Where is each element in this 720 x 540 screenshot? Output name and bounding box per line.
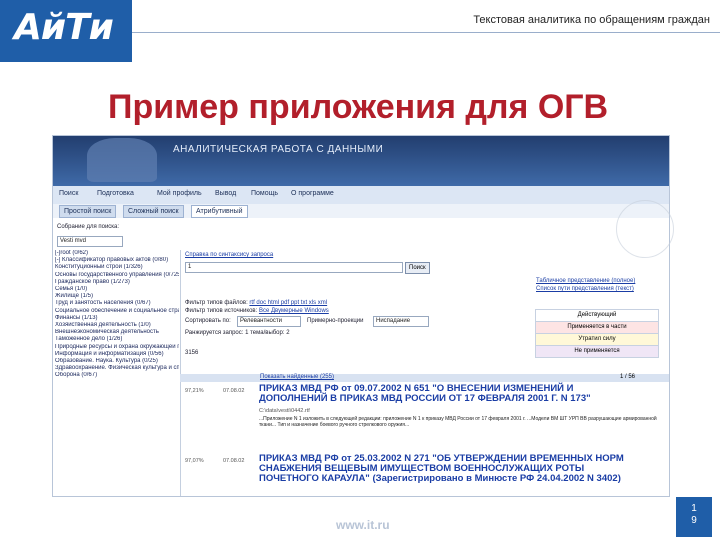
- result-title-link[interactable]: ПРИКАЗ МВД РФ от 09.07.2002 N 651 "О ВНЕ…: [259, 384, 629, 404]
- sort-results-link[interactable]: Показать найденные (255): [260, 374, 334, 380]
- toolbar-output[interactable]: Вывод: [215, 190, 236, 197]
- result-date: 07.08.02: [223, 458, 245, 464]
- list-view-link: Список пути представления (текст): [536, 286, 634, 292]
- banner-title: АНАЛИТИЧЕСКАЯ РАБОТА С ДАННЫМИ: [173, 144, 384, 155]
- tree-item[interactable]: Природные ресурсы и охрана окружающей пр…: [55, 344, 179, 351]
- tree-item[interactable]: Оборона (0/67): [55, 372, 179, 379]
- toolbar-search[interactable]: Поиск: [59, 190, 78, 197]
- tree-item[interactable]: Конституционный строй (1/326): [55, 264, 179, 271]
- tree-item[interactable]: Таможенное дело (1/26): [55, 336, 179, 343]
- tab-attribute-search[interactable]: Атрибутивный: [191, 205, 248, 218]
- syntax-help-link[interactable]: Справка по синтаксису запроса: [185, 252, 273, 258]
- app-toolbar: Поиск Подготовка Мой профиль Вывод Помощ…: [53, 186, 669, 205]
- tree-item[interactable]: Труд и занятость населения (0/67): [55, 300, 179, 307]
- toolbar-about[interactable]: О программе: [291, 190, 334, 197]
- app-screenshot: АНАЛИТИЧЕСКАЯ РАБОТА С ДАННЫМИ Поиск Под…: [52, 135, 670, 497]
- tab-simple-search[interactable]: Простой поиск: [59, 205, 117, 218]
- result-title-link[interactable]: ПРИКАЗ МВД РФ от 25.03.2002 N 271 "ОБ УТ…: [259, 454, 629, 484]
- app-banner: АНАЛИТИЧЕСКАЯ РАБОТА С ДАННЫМИ: [53, 136, 669, 186]
- toolbar-help[interactable]: Помощь: [251, 190, 278, 197]
- result-score: 97,21%: [185, 388, 204, 394]
- tree-item[interactable]: Основы государственного управления (0/72…: [55, 272, 179, 279]
- emblem-icon: [87, 138, 157, 182]
- filter-types-row: Фильтр типов файлов: rtf doc html pdf pp…: [185, 300, 327, 306]
- status-legend: Действующий Применяется в части Утратил …: [535, 309, 659, 358]
- page-number: 1 9: [676, 497, 712, 537]
- tree-item[interactable]: Социальное обеспечение и социальное стра…: [55, 308, 179, 315]
- category-tree: [-]root (0/62) [-] Классификатор правовы…: [55, 250, 179, 496]
- header-divider: [132, 32, 720, 33]
- tree-item[interactable]: Гражданское право (1/273): [55, 279, 179, 286]
- result-score: 97,07%: [185, 458, 204, 464]
- logo-text: АйТи: [14, 7, 114, 48]
- tree-item[interactable]: Жилище (1/5): [55, 293, 179, 300]
- slide-title: Пример приложения для ОГВ: [108, 88, 609, 126]
- tree-item[interactable]: Внешнеэкономическая деятельность: [55, 329, 179, 336]
- tab-advanced-search[interactable]: Сложный поиск: [123, 205, 184, 218]
- tree-item[interactable]: Хозяйственная деятельность (1/0): [55, 322, 179, 329]
- result-snippet: ...Приложение N 1 изложить в следующей р…: [259, 416, 657, 428]
- results-header: Показать найденные (255) 1 / 56: [180, 374, 669, 382]
- result-date: 07.08.02: [223, 388, 245, 394]
- search-button[interactable]: Поиск: [405, 262, 430, 274]
- date-select[interactable]: Ниспадание: [373, 316, 429, 327]
- table-view-link: Табличное представление (полное): [536, 278, 636, 284]
- sort-select[interactable]: Релевантности: [237, 316, 301, 327]
- result-path[interactable]: C:\data\vesti\0442.rtf: [259, 408, 310, 414]
- search-tabs: Простой поиск Сложный поиск Атрибутивный: [53, 204, 669, 218]
- results-summary: Ранжируется запрос: 1 тема/выбор: 2: [185, 330, 290, 336]
- toolbar-profile[interactable]: Мой профиль: [157, 190, 202, 197]
- filter-sources-row: Фильтр типов источников: Все Двумерные W…: [185, 308, 329, 314]
- footer-url[interactable]: www.it.ru: [336, 518, 390, 532]
- tree-item[interactable]: [-] Классификатор правовых актов (0/80): [55, 257, 179, 264]
- emblem-watermark-icon: [616, 200, 674, 258]
- tree-item[interactable]: Семья (1/0): [55, 286, 179, 293]
- toolbar-prepare[interactable]: Подготовка: [97, 190, 134, 197]
- tree-item[interactable]: [-]root (0/62): [55, 250, 179, 257]
- tree-item[interactable]: Информация и информатизация (0/56): [55, 351, 179, 358]
- filter-types-label: Фильтр типов файлов:: [185, 300, 248, 306]
- legend-not-applied: Не применяется: [535, 345, 659, 358]
- query-label: Справка по синтаксису запроса: [185, 252, 273, 258]
- filter-types-links[interactable]: rtf doc html pdf ppt txt xls xml: [249, 300, 327, 306]
- results-count: 3156: [185, 350, 199, 356]
- collection-label: Собрание для поиска:: [57, 224, 120, 230]
- logo: АйТи: [0, 0, 132, 62]
- query-input[interactable]: 1: [185, 262, 403, 273]
- tagline: Текстовая аналитика по обращениям гражда…: [473, 14, 710, 26]
- date-label: Примерно-проекции: [307, 318, 364, 324]
- collection-select[interactable]: Vesti mvd: [57, 236, 123, 247]
- tree-item[interactable]: Финансы (1/13): [55, 315, 179, 322]
- filter-sources-links[interactable]: Все Двумерные Windows: [259, 308, 329, 314]
- sort-label: Сортировать по:: [185, 318, 231, 324]
- filter-sources-label: Фильтр типов источников:: [185, 308, 258, 314]
- tree-item[interactable]: Образование. Наука. Культура (0/25): [55, 358, 179, 365]
- tree-item[interactable]: Здравоохранение. Физическая культура и с…: [55, 365, 179, 372]
- slide-header: АйТи Текстовая аналитика по обращениям г…: [0, 0, 720, 62]
- pager[interactable]: 1 / 56: [620, 374, 635, 380]
